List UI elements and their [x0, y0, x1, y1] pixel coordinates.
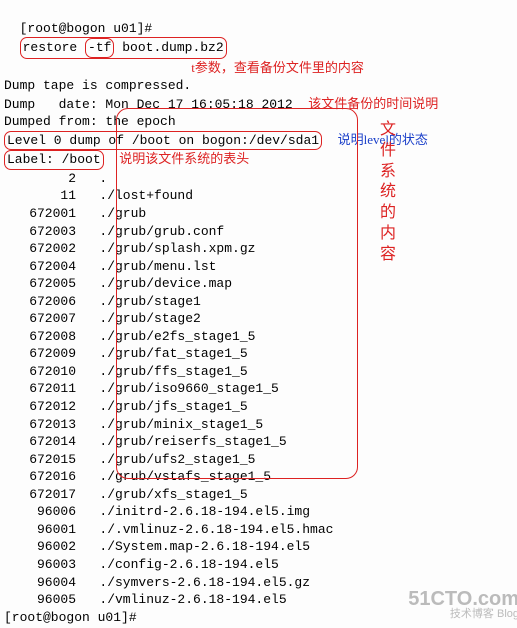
file-path: ./grub/vstafs_stage1_5 — [76, 468, 333, 486]
file-path: ./grub/splash.xpm.gz — [76, 240, 333, 258]
label-line: Label: /boot 说明该文件系统的表头 — [4, 150, 517, 170]
inode-number: 672004 — [4, 258, 76, 276]
inode-number: 672011 — [4, 380, 76, 398]
inode-number: 672015 — [4, 451, 76, 469]
file-path: ./grub/ufs2_stage1_5 — [76, 451, 333, 469]
table-row: 96006 ./initrd-2.6.18-194.el5.img — [4, 503, 333, 521]
command-line-1: [root@bogon u01]# restore -tf boot.dump.… — [4, 2, 517, 59]
inode-number: 672017 — [4, 486, 76, 504]
inode-number: 672007 — [4, 310, 76, 328]
file-path: ./grub/jfs_stage1_5 — [76, 398, 333, 416]
file-path: ./grub/reiserfs_stage1_5 — [76, 433, 333, 451]
table-row: 672008 ./grub/e2fs_stage1_5 — [4, 328, 333, 346]
inode-number: 672008 — [4, 328, 76, 346]
file-path: ./grub/menu.lst — [76, 258, 333, 276]
inode-number: 672005 — [4, 275, 76, 293]
table-row: 96004 ./symvers-2.6.18-194.el5.gz — [4, 574, 333, 592]
prompt-2: [root@bogon u01]# — [4, 610, 137, 625]
table-row: 672015 ./grub/ufs2_stage1_5 — [4, 451, 333, 469]
table-row: 96005 ./vmlinuz-2.6.18-194.el5 — [4, 591, 333, 609]
file-path: ./grub/iso9660_stage1_5 — [76, 380, 333, 398]
table-row: 672017 ./grub/xfs_stage1_5 — [4, 486, 333, 504]
inode-number: 96001 — [4, 521, 76, 539]
inode-number: 2 — [4, 170, 76, 188]
inode-number: 672010 — [4, 363, 76, 381]
inode-number: 96003 — [4, 556, 76, 574]
label-box: Label: /boot — [4, 150, 104, 170]
file-path: ./grub/fat_stage1_5 — [76, 345, 333, 363]
inode-number: 672009 — [4, 345, 76, 363]
watermark-main: 51CTO.com — [408, 589, 517, 609]
table-row: 672016 ./grub/vstafs_stage1_5 — [4, 468, 333, 486]
file-path: ./.vmlinuz-2.6.18-194.el5.hmac — [76, 521, 333, 539]
dump-compressed: Dump tape is compressed. — [4, 77, 517, 95]
table-row: 672001 ./grub — [4, 205, 333, 223]
file-path: ./grub — [76, 205, 333, 223]
file-path: ./grub/minix_stage1_5 — [76, 416, 333, 434]
file-path: ./grub/xfs_stage1_5 — [76, 486, 333, 504]
inode-number: 672012 — [4, 398, 76, 416]
table-row: 672014 ./grub/reiserfs_stage1_5 — [4, 433, 333, 451]
dumped-from: Dumped from: the epoch — [4, 113, 517, 131]
inode-number: 11 — [4, 187, 76, 205]
restore-cmd-box: restore -tf boot.dump.bz2 — [20, 37, 227, 59]
file-path: ./System.map-2.6.18-194.el5 — [76, 538, 333, 556]
table-row: 2 . — [4, 170, 333, 188]
table-row: 672005 ./grub/device.map — [4, 275, 333, 293]
level-box: Level 0 dump of /boot on bogon:/dev/sda1 — [4, 131, 322, 151]
table-row: 672012 ./grub/jfs_stage1_5 — [4, 398, 333, 416]
file-path: ./grub/grub.conf — [76, 223, 333, 241]
inode-number: 672013 — [4, 416, 76, 434]
inode-number: 96004 — [4, 574, 76, 592]
table-row: 96001 ./.vmlinuz-2.6.18-194.el5.hmac — [4, 521, 333, 539]
prompt-1: [root@bogon u01]# — [20, 21, 153, 36]
inode-number: 672016 — [4, 468, 76, 486]
file-path: ./symvers-2.6.18-194.el5.gz — [76, 574, 333, 592]
flag-box: -tf — [85, 38, 114, 58]
command-line-2: [root@bogon u01]# — [4, 609, 517, 627]
file-path: ./grub/device.map — [76, 275, 333, 293]
file-path: ./grub/ffs_stage1_5 — [76, 363, 333, 381]
table-row: 672011 ./grub/iso9660_stage1_5 — [4, 380, 333, 398]
table-row: 11 ./lost+found — [4, 187, 333, 205]
file-path: ./grub/stage1 — [76, 293, 333, 311]
file-path: . — [76, 170, 333, 188]
table-row: 672003 ./grub/grub.conf — [4, 223, 333, 241]
inode-number: 672003 — [4, 223, 76, 241]
table-row: 96003 ./config-2.6.18-194.el5 — [4, 556, 333, 574]
file-path: ./vmlinuz-2.6.18-194.el5 — [76, 591, 333, 609]
file-path: ./lost+found — [76, 187, 333, 205]
table-row: 672009 ./grub/fat_stage1_5 — [4, 345, 333, 363]
file-path: ./grub/stage2 — [76, 310, 333, 328]
file-path: ./grub/e2fs_stage1_5 — [76, 328, 333, 346]
inode-number: 672002 — [4, 240, 76, 258]
annotation-t-param: t参数，查看备份文件里的内容 — [4, 59, 517, 78]
table-row: 96002 ./System.map-2.6.18-194.el5 — [4, 538, 333, 556]
file-path: ./initrd-2.6.18-194.el5.img — [76, 503, 333, 521]
level-line: Level 0 dump of /boot on bogon:/dev/sda1… — [4, 131, 517, 151]
table-row: 672010 ./grub/ffs_stage1_5 — [4, 363, 333, 381]
table-row: 672013 ./grub/minix_stage1_5 — [4, 416, 333, 434]
dump-date-line: Dump date: Mon Dec 17 16:05:18 2012 该文件备… — [4, 95, 517, 114]
file-path: ./config-2.6.18-194.el5 — [76, 556, 333, 574]
inode-number: 96005 — [4, 591, 76, 609]
file-listing: 2 .11 ./lost+found672001 ./grub672003 ./… — [4, 170, 333, 609]
table-row: 672002 ./grub/splash.xpm.gz — [4, 240, 333, 258]
inode-number: 96002 — [4, 538, 76, 556]
inode-number: 672001 — [4, 205, 76, 223]
table-row: 672006 ./grub/stage1 — [4, 293, 333, 311]
table-row: 672004 ./grub/menu.lst — [4, 258, 333, 276]
inode-number: 672014 — [4, 433, 76, 451]
inode-number: 96006 — [4, 503, 76, 521]
table-row: 672007 ./grub/stage2 — [4, 310, 333, 328]
inode-number: 672006 — [4, 293, 76, 311]
